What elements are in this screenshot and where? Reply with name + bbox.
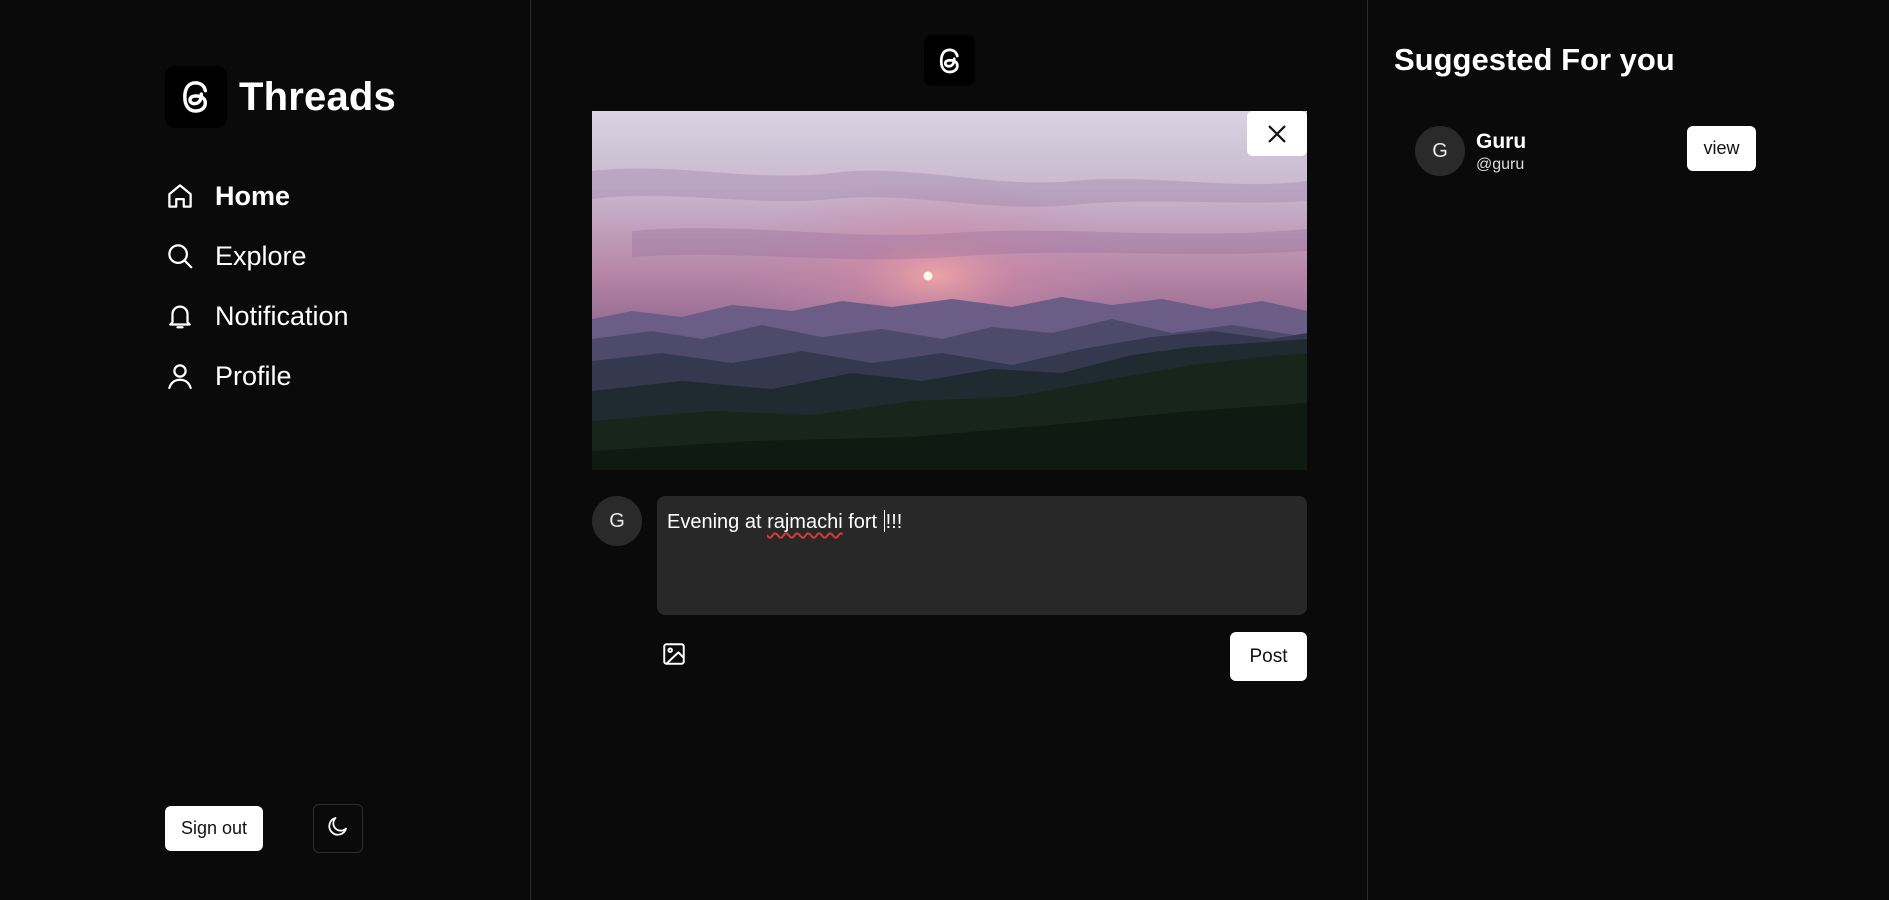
moon-icon [326,814,350,843]
post-text-part: Evening at [667,511,768,533]
threads-logo-icon [165,66,227,128]
suggested-user-handle: @guru [1476,156,1525,173]
suggestions-panel: Suggested For you G Guru @guru view [1367,0,1889,900]
post-button[interactable]: Post [1230,632,1307,681]
nav-item-home[interactable]: Home [165,166,349,226]
post-text-part: !!! [885,511,903,533]
brand[interactable]: Threads [165,66,396,128]
remove-image-button[interactable] [1247,111,1307,156]
main-nav: Home Explore Notification Profile [165,166,349,406]
suggested-user-name: Guru [1476,130,1527,153]
left-sidebar: Threads Home Explore Notification Profil… [0,0,531,900]
user-icon [165,361,195,391]
text-caret [883,510,885,532]
post-text-input[interactable]: Evening at rajmachi fort !!! [657,496,1307,615]
sign-out-button[interactable]: Sign out [165,806,263,851]
close-icon [1266,123,1288,145]
home-icon [165,181,195,211]
nav-label-home: Home [215,180,291,211]
suggested-user-card: G Guru @guru view [1415,126,1756,176]
avatar: G [1415,126,1465,176]
bell-icon [165,301,195,331]
nav-item-profile[interactable]: Profile [165,346,349,406]
brand-name: Threads [239,74,397,119]
suggestions-title: Suggested For you [1394,42,1675,77]
post-text-part: fort [842,511,883,533]
nav-label-explore: Explore [215,240,307,271]
nav-item-explore[interactable]: Explore [165,226,349,286]
attach-image-button[interactable] [660,642,688,670]
nav-item-notification[interactable]: Notification [165,286,349,346]
sunset-photo [592,111,1307,470]
composer-avatar: G [592,496,642,546]
threads-logo-icon[interactable] [924,35,975,86]
image-preview [592,111,1307,470]
search-icon [165,241,195,271]
post-text-misspelled-word: rajmachi [767,511,843,533]
nav-label-notification: Notification [215,300,349,331]
image-icon [661,641,687,672]
theme-toggle-button[interactable] [313,804,363,853]
nav-label-profile: Profile [215,360,292,391]
view-profile-button[interactable]: view [1687,126,1756,171]
